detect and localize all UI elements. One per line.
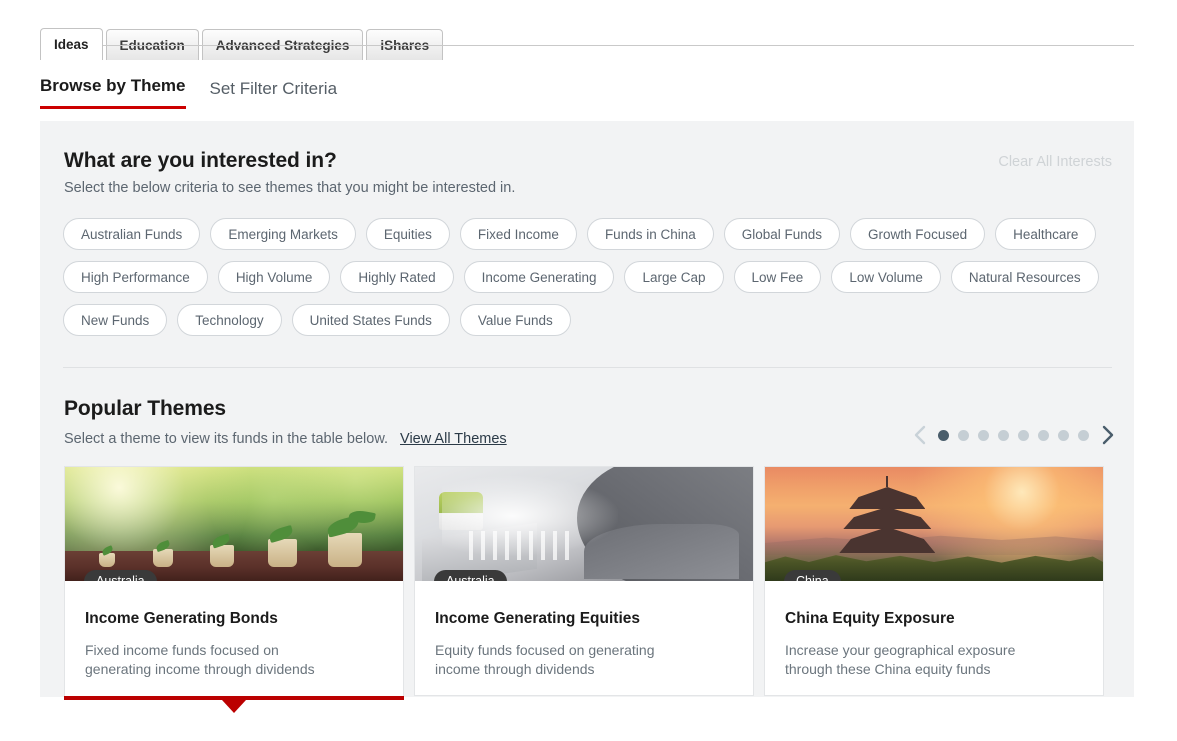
carousel-dot-6[interactable] [1038, 429, 1049, 441]
interest-chip-technology[interactable]: Technology [177, 304, 282, 336]
carousel-dot-4[interactable] [998, 429, 1009, 441]
chip-label: Funds in China [604, 226, 696, 242]
theme-card-title: Income Generating Equities [435, 610, 640, 627]
theme-card-image: Australia [415, 467, 753, 581]
primary-tabbar: Ideas Education Advanced Strategies iSha… [0, 14, 1177, 60]
theme-card-selected-arrow-icon [222, 700, 246, 714]
chip-label: Value Funds [477, 312, 553, 328]
theme-card-image: Australia [65, 467, 403, 581]
theme-card-list: Australia Income Generating Bonds Fixed … [64, 466, 1104, 714]
chip-label: Equities [383, 226, 432, 242]
theme-card-badge: Australia [434, 570, 507, 581]
interest-chip-highly-rated[interactable]: Highly Rated [340, 261, 454, 293]
chip-label: Healthcare [1013, 226, 1079, 242]
interest-chip-low-volume[interactable]: Low Volume [831, 261, 941, 293]
chip-label: Income Generating [481, 269, 597, 285]
theme-card-description: Increase your geographical exposure thro… [785, 642, 1016, 678]
chip-label: Large Cap [642, 269, 706, 285]
primary-tabs: Ideas Education Advanced Strategies iSha… [40, 28, 444, 60]
chip-label: Technology [195, 312, 264, 328]
theme-card-badge: Australia [84, 570, 157, 581]
carousel-dot-5[interactable] [1018, 429, 1029, 441]
interests-heading: What are you interested in? [64, 149, 337, 172]
interest-chip-value-funds[interactable]: Value Funds [459, 304, 571, 336]
chip-label: Growth Focused [868, 226, 968, 242]
interest-chip-healthcare[interactable]: Healthcare [995, 218, 1097, 250]
interests-subheading: Select the below criteria to see themes … [64, 180, 516, 196]
carousel-dots [931, 429, 1096, 441]
theme-carousel-nav [909, 423, 1118, 447]
popular-themes-heading: Popular Themes [64, 397, 226, 420]
chip-label: Highly Rated [358, 269, 436, 285]
chip-label: Low Fee [751, 269, 804, 285]
interest-chip-global-funds[interactable]: Global Funds [723, 218, 841, 250]
chip-label: Fixed Income [477, 226, 559, 242]
view-all-themes-link[interactable]: View All Themes [400, 431, 507, 447]
chevron-right-icon[interactable] [1096, 423, 1118, 447]
interest-chip-natural-resources[interactable]: Natural Resources [950, 261, 1099, 293]
chip-label: Australian Funds [81, 226, 183, 242]
chip-label: Emerging Markets [228, 226, 338, 242]
theme-card-china-equity-exposure[interactable]: China China Equity Exposure Increase you… [764, 466, 1104, 697]
popular-themes-subheading: Select a theme to view its funds in the … [64, 431, 507, 447]
chip-label: Global Funds [741, 226, 823, 242]
secondary-tabs: Browse by Theme Set Filter Criteria [40, 76, 337, 109]
chip-label: High Performance [81, 269, 190, 285]
chip-label: Natural Resources [968, 269, 1081, 285]
tab-label: Ideas [54, 37, 89, 52]
clear-all-interests-button[interactable]: Clear All Interests [998, 154, 1112, 170]
theme-card-badge: China [784, 570, 841, 581]
carousel-dot-2[interactable] [958, 429, 969, 441]
theme-card-title: China Equity Exposure [785, 610, 955, 627]
theme-card-body: Income Generating Equities Equity funds … [415, 581, 753, 695]
carousel-dot-3[interactable] [978, 429, 989, 441]
theme-card-body: Income Generating Bonds Fixed income fun… [65, 581, 403, 693]
interest-chip-growth-focused[interactable]: Growth Focused [850, 218, 986, 250]
chip-label: New Funds [81, 312, 150, 328]
subtab-label: Browse by Theme [40, 76, 186, 95]
tabbar-divider [40, 45, 1134, 46]
interest-chip-australian-funds[interactable]: Australian Funds [63, 218, 201, 250]
tab-browse-by-theme[interactable]: Browse by Theme [40, 76, 186, 109]
interest-chip-high-performance[interactable]: High Performance [63, 261, 208, 293]
section-divider [63, 367, 1112, 368]
interest-chip-group: Australian Funds Emerging Markets Equiti… [63, 218, 1112, 336]
chevron-left-icon[interactable] [909, 423, 931, 447]
theme-card-description: Fixed income funds focused on generating… [85, 642, 315, 678]
subtab-label: Set Filter Criteria [209, 79, 338, 98]
interest-chip-low-fee[interactable]: Low Fee [733, 261, 822, 293]
content-panel: What are you interested in? Select the b… [40, 121, 1134, 714]
theme-card-description: Equity funds focused on generating incom… [435, 642, 655, 678]
theme-card-image: China [765, 467, 1103, 581]
carousel-dot-1[interactable] [938, 429, 949, 441]
interest-chip-united-states-funds[interactable]: United States Funds [291, 304, 450, 336]
interest-chip-new-funds[interactable]: New Funds [63, 304, 168, 336]
theme-card-title: Income Generating Bonds [85, 610, 278, 627]
interest-chip-large-cap[interactable]: Large Cap [624, 261, 724, 293]
interest-chip-income-generating[interactable]: Income Generating [463, 261, 615, 293]
person-typing-laptop-photo [415, 467, 753, 581]
interest-chip-fixed-income[interactable]: Fixed Income [459, 218, 577, 250]
tab-ideas[interactable]: Ideas [40, 28, 103, 60]
chip-label: Low Volume [849, 269, 923, 285]
page-root: Ideas Education Advanced Strategies iSha… [0, 0, 1177, 741]
money-plants-growing-photo [65, 467, 403, 581]
theme-card-body: China Equity Exposure Increase your geog… [765, 581, 1103, 695]
chip-label: High Volume [235, 269, 313, 285]
interest-chip-emerging-markets[interactable]: Emerging Markets [210, 218, 356, 250]
interest-chip-high-volume[interactable]: High Volume [217, 261, 331, 293]
theme-card-income-generating-equities[interactable]: Australia Income Generating Equities Equ… [414, 466, 754, 697]
tab-set-filter-criteria[interactable]: Set Filter Criteria [210, 79, 338, 109]
carousel-dot-7[interactable] [1058, 429, 1069, 441]
chip-label: United States Funds [309, 312, 432, 328]
popular-themes-subheading-text: Select a theme to view its funds in the … [64, 431, 389, 447]
interest-chip-funds-in-china[interactable]: Funds in China [586, 218, 714, 250]
interest-chip-equities[interactable]: Equities [365, 218, 450, 250]
carousel-dot-8[interactable] [1078, 429, 1089, 441]
pagoda-sunset-photo [765, 467, 1103, 581]
theme-card-income-generating-bonds[interactable]: Australia Income Generating Bonds Fixed … [64, 466, 404, 714]
